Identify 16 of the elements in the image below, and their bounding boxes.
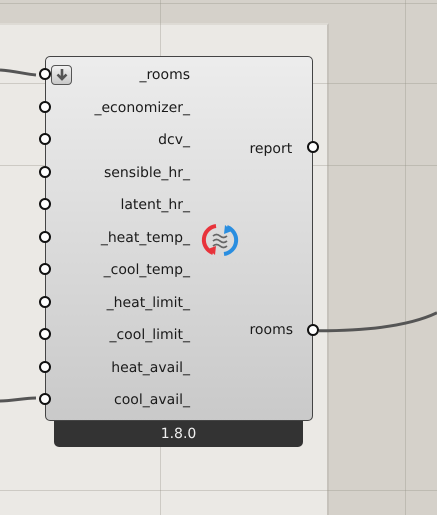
input-label: latent_hr_	[120, 197, 190, 214]
output-label: report	[249, 141, 292, 158]
input-label: _heat_temp_	[100, 230, 190, 246]
hvac-icon	[200, 222, 239, 258]
input-label: _cool_limit_	[109, 327, 190, 344]
input-label: _cool_temp_	[104, 262, 190, 278]
input-label: _heat_limit_	[106, 294, 190, 311]
input-label: dcv_	[158, 132, 190, 148]
input-label: _economizer_	[94, 100, 190, 116]
output-label: rooms	[249, 322, 293, 338]
input-label: _rooms	[139, 67, 190, 84]
input-label: sensible_hr_	[104, 164, 190, 181]
input-label: heat_avail_	[111, 360, 190, 376]
input-label: cool_avail_	[114, 392, 190, 408]
version-label: 1.8.0	[54, 421, 303, 447]
component-body[interactable]: _rooms _economizer_ dcv_ sensible_hr_ latent_hr_ _heat_temp_ _cool_temp_ _heat_limit_ _cool_limit_ heat_avail_ cool_avail_ report rooms	[45, 56, 313, 421]
